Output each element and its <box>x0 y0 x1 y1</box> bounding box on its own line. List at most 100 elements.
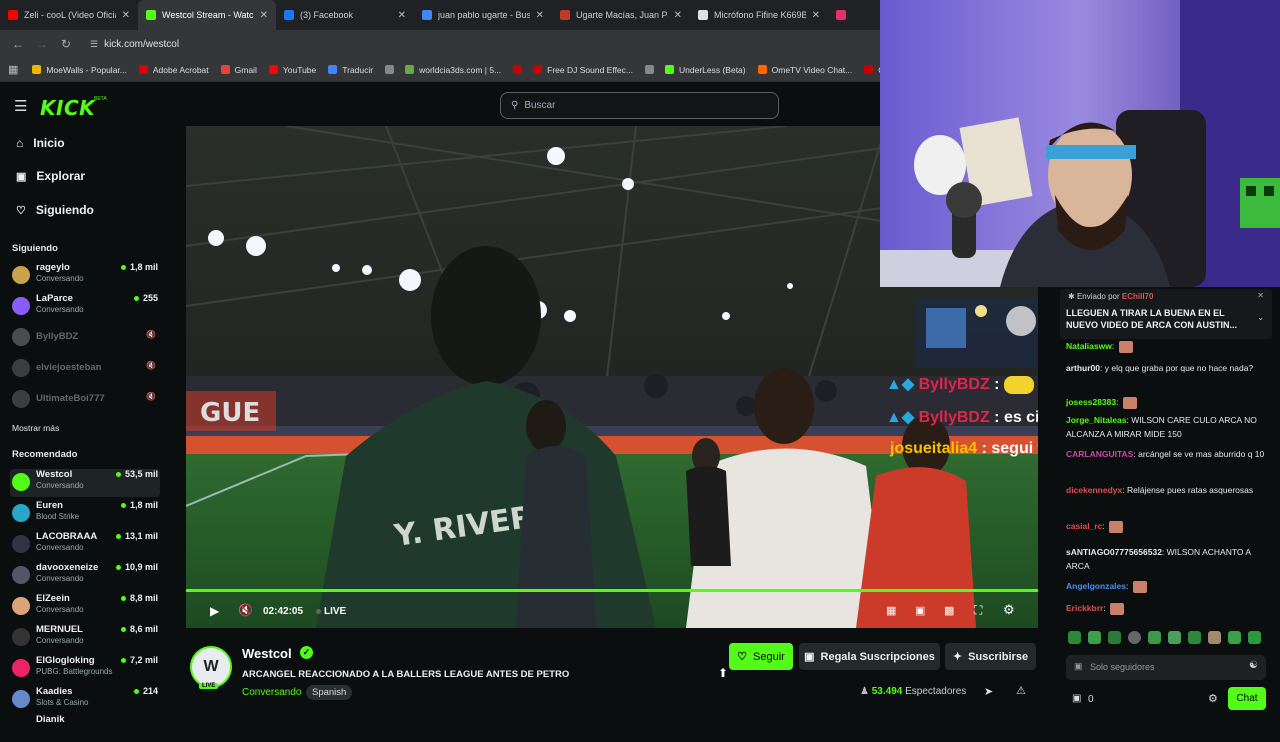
forward-icon[interactable]: → <box>32 37 52 51</box>
browser-tab[interactable]: Micrófono Fifine K669B C ✕ <box>690 0 828 30</box>
reload-icon[interactable]: ↻ <box>56 37 76 51</box>
chat-username[interactable]: sANTIAGO07775656532 <box>1066 547 1162 557</box>
bookmark-item[interactable]: Adobe Acrobat <box>138 65 209 75</box>
report-icon[interactable]: ⚠ <box>1016 684 1026 697</box>
search-input[interactable]: ⚲ Buscar <box>500 92 779 119</box>
sidebar-channel-davooxeneize[interactable]: davooxeneize Conversando 10,9 mil <box>10 562 160 590</box>
bookmark-item[interactable]: worldcia3ds.com | 5... <box>405 65 501 75</box>
chat-username[interactable]: arthur00 <box>1066 363 1100 373</box>
back-icon[interactable]: ← <box>8 37 28 51</box>
bookmark-item[interactable]: Ch <box>864 65 880 75</box>
bookmark-item[interactable]: YouTube <box>268 65 316 75</box>
channel-name[interactable]: Westcol <box>242 646 292 661</box>
chat-username[interactable]: Jorge_Nitaleas <box>1066 415 1126 425</box>
close-tab-icon[interactable]: ✕ <box>122 10 130 21</box>
gift-subs-button[interactable]: ▣ Regala Suscripciones <box>799 643 940 670</box>
sidebar-channel-euren[interactable]: Euren Blood Strike 1,8 mil <box>10 500 160 528</box>
show-more-link[interactable]: Mostrar más <box>12 423 59 433</box>
miniplayer-icon[interactable]: ▩ <box>944 604 954 617</box>
mute-icon[interactable]: 🔇 <box>238 603 253 617</box>
follow-button[interactable]: ♡ Seguir <box>729 643 793 670</box>
bookmark-item[interactable] <box>513 65 527 74</box>
clip-icon[interactable]: ▦ <box>886 604 896 617</box>
chat-settings-icon[interactable]: ⚙ <box>1208 692 1218 705</box>
sidebar-channel-rageylo[interactable]: rageylo Conversando 1,8 mil <box>10 262 160 290</box>
sidebar-channel-laparce[interactable]: LaParce Conversando 255 <box>10 293 160 321</box>
close-tab-icon[interactable]: ✕ <box>260 10 268 21</box>
nav-inicio[interactable]: ⌂ Inicio <box>16 136 65 150</box>
nav-label: Inicio <box>33 136 65 150</box>
emote-icon[interactable] <box>1088 631 1101 644</box>
bookmark-item[interactable]: Gmail <box>220 65 257 75</box>
close-tab-icon[interactable]: ✕ <box>398 10 406 21</box>
theater-icon[interactable]: ▣ <box>915 604 925 617</box>
sidebar-channel-lacobraaa[interactable]: LACOBRAAA Conversando 13,1 mil <box>10 531 160 559</box>
chevron-down-icon[interactable]: ⌄ <box>1257 313 1264 322</box>
pinned-message[interactable]: ✱ Enviado por EChill70 ✕ LLEGUEN A TIRAR… <box>1060 289 1272 339</box>
fullscreen-icon[interactable]: ⛶ <box>974 603 982 618</box>
channel-avatar[interactable]: W <box>190 646 232 688</box>
settings-icon[interactable]: ⚙ <box>1003 602 1015 618</box>
sidebar-channel-kaadies[interactable]: Kaadies Slots & Casino 214 <box>10 686 160 714</box>
emote-picker-icon[interactable]: ☯ <box>1249 660 1258 671</box>
play-icon[interactable]: ▶ <box>210 604 219 618</box>
bookmark-item[interactable]: Free DJ Sound Effec... <box>533 65 633 75</box>
menu-icon[interactable]: ☰ <box>14 97 27 115</box>
sidebar-channel-mernuel[interactable]: MERNUEL Conversando 8,6 mil <box>10 624 160 652</box>
close-tab-icon[interactable]: ✕ <box>536 10 544 21</box>
browser-tab[interactable]: Zeli - cooL (Video Oficial) ✕ <box>0 0 138 30</box>
browser-tab[interactable] <box>828 0 848 30</box>
chat-username[interactable]: josess28383 <box>1066 397 1116 407</box>
bookmark-item[interactable] <box>645 65 659 74</box>
browser-tab[interactable]: juan pablo ugarte - Buscar ✕ <box>414 0 552 30</box>
sidebar-channel-elviejoesteban[interactable]: elviejoesteban 🔇 <box>10 355 160 383</box>
chat-username[interactable]: Angelgonzales <box>1066 581 1126 591</box>
close-tab-icon[interactable]: ✕ <box>674 10 682 21</box>
browser-tab[interactable]: Ugarte Macías, Juan Pabl ✕ <box>552 0 690 30</box>
bookmark-item[interactable]: Traducir <box>328 65 373 75</box>
bookmark-item[interactable]: UnderLess (Beta) <box>665 65 746 75</box>
browser-tab[interactable]: Westcol Stream - Watch L ✕ <box>138 0 276 30</box>
url-field[interactable]: ☰ kick.com/westcol <box>90 39 179 50</box>
chat-input[interactable]: ▣ Solo seguidores ☯ <box>1066 655 1266 680</box>
emote-icon[interactable] <box>1208 631 1221 644</box>
bookmark-item[interactable]: OmeTV Video Chat... <box>757 65 852 75</box>
apps-icon[interactable]: ▦ <box>8 63 18 76</box>
nav-siguiendo[interactable]: ♡ Siguiendo <box>16 203 94 217</box>
bookmark-item[interactable] <box>385 65 399 74</box>
emote-icon[interactable] <box>1188 631 1201 644</box>
language-tag[interactable]: Spanish <box>306 685 353 700</box>
subscribe-button[interactable]: ✦ Suscribirse <box>945 643 1036 670</box>
emote-icon[interactable] <box>1068 631 1081 644</box>
chat-username[interactable]: dicekennedyx <box>1066 485 1122 495</box>
share-icon[interactable]: ➤ <box>984 685 993 698</box>
browser-tab[interactable]: (3) Facebook ✕ <box>276 0 414 30</box>
nav-explorar[interactable]: ▣ Explorar <box>16 169 85 183</box>
emote-icon[interactable] <box>1168 631 1181 644</box>
emote-icon[interactable] <box>1248 631 1261 644</box>
send-chat-button[interactable]: Chat <box>1228 687 1266 710</box>
emote-icon[interactable] <box>1108 631 1121 644</box>
chat-username[interactable]: Nataliasww <box>1066 341 1112 351</box>
sidebar-channel-byliybdz[interactable]: BylIyBDZ 🔇 <box>10 324 160 352</box>
emote-icon[interactable] <box>1228 631 1241 644</box>
emote-icon[interactable] <box>1148 631 1161 644</box>
unpin-icon[interactable]: ✕ <box>1257 291 1264 300</box>
chat-username[interactable]: Erickkbrr <box>1066 603 1103 613</box>
category-link[interactable]: Conversando <box>242 687 301 698</box>
close-tab-icon[interactable]: ✕ <box>812 10 820 21</box>
kick-logo[interactable]: KICK <box>40 96 95 120</box>
sidebar-channel-elglogloking[interactable]: ElGlogloking PUBG: Battlegrounds 7,2 mil <box>10 655 160 683</box>
chat-username[interactable]: CARLANGUITAS <box>1066 449 1133 459</box>
chat-username[interactable]: casial_rc <box>1066 521 1102 531</box>
emote-icon[interactable] <box>1128 631 1141 644</box>
site-info-icon[interactable]: ☰ <box>90 39 98 50</box>
sidebar-channel-partial[interactable]: Dianik <box>10 714 160 742</box>
points-icon[interactable]: ▣ <box>1072 693 1081 704</box>
sidebar-channel-ultimateboi777[interactable]: UltimateBoi777 🔇 <box>10 386 160 414</box>
sidebar-channel-elzeein[interactable]: ElZeein Conversando 8,8 mil <box>10 593 160 621</box>
bookmark-item[interactable]: MoeWalls - Popular... <box>32 65 127 75</box>
channel-name: rageylo <box>36 262 70 273</box>
avatar <box>12 328 30 346</box>
sidebar-channel-westcol[interactable]: Westcol Conversando 53,5 mil <box>10 469 160 497</box>
